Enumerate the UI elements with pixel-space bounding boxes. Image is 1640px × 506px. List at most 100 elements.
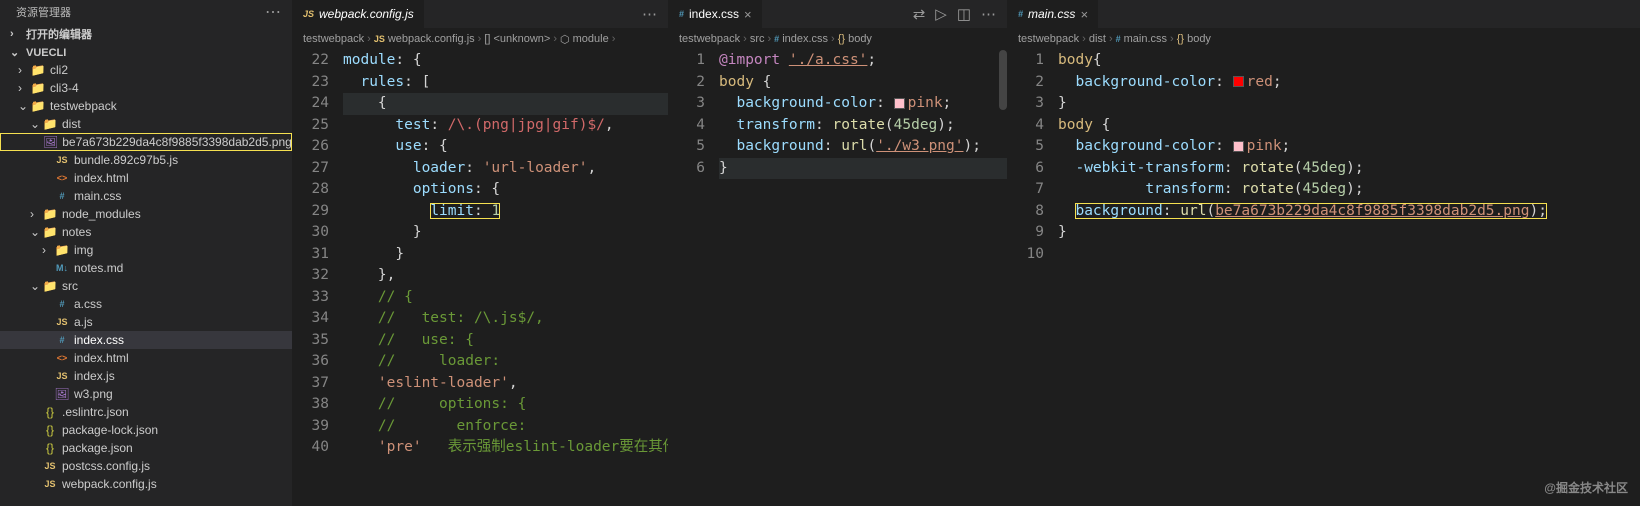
tree-item[interactable]: #a.css — [0, 295, 292, 313]
tree-item[interactable]: ›📁cli3-4 — [0, 79, 292, 97]
tree-item[interactable]: {}.eslintrc.json — [0, 403, 292, 421]
code-line[interactable]: background-color: pink; — [1058, 136, 1640, 158]
code-line[interactable]: } — [1058, 93, 1640, 115]
code-line[interactable]: // loader: — [343, 351, 668, 373]
compare-icon[interactable]: ⇄ — [913, 5, 926, 23]
code-line[interactable]: } — [343, 244, 668, 266]
tree-item[interactable]: JSpostcss.config.js — [0, 457, 292, 475]
breadcrumbs[interactable]: testwebpack› JS webpack.config.js› [] <u… — [293, 28, 668, 50]
code-line[interactable]: } — [1058, 222, 1640, 244]
tree-item[interactable]: ⌄📁src — [0, 277, 292, 295]
js-icon: JS — [54, 152, 70, 168]
code-line[interactable]: body { — [719, 72, 1007, 94]
split-icon[interactable]: ◫ — [957, 5, 971, 23]
breadcrumbs[interactable]: testwebpack› src› # index.css› {} body — [669, 28, 1007, 50]
code-line[interactable]: }, — [343, 265, 668, 287]
code-line[interactable]: module: { — [343, 50, 668, 72]
code-line[interactable]: { — [343, 93, 668, 115]
code-line[interactable]: transform: rotate(45deg); — [719, 115, 1007, 137]
more-icon[interactable]: ⋯ — [265, 2, 282, 22]
tree-item-label: notes — [62, 225, 91, 239]
code-line[interactable]: transform: rotate(45deg); — [1058, 179, 1640, 201]
tree-item[interactable]: ⌄📁notes — [0, 223, 292, 241]
close-icon[interactable]: × — [1080, 7, 1088, 22]
code-line[interactable]: 'eslint-loader', — [343, 373, 668, 395]
code-line[interactable]: // test: /\.js$/, — [343, 308, 668, 330]
code-line[interactable] — [1058, 244, 1640, 266]
editor[interactable]: 123456 @import './a.css';body { backgrou… — [669, 50, 1007, 506]
tree-item[interactable]: ›📁node_modules — [0, 205, 292, 223]
code-line[interactable]: test: /\.(png|jpg|gif)$/, — [343, 115, 668, 137]
tab-index-css[interactable]: # index.css × — [669, 0, 762, 28]
folder-root-header[interactable]: ⌄ VUECLI — [0, 44, 292, 61]
scrollbar[interactable] — [999, 50, 1007, 110]
code-line[interactable]: -webkit-transform: rotate(45deg); — [1058, 158, 1640, 180]
code-line[interactable]: // enforce: — [343, 416, 668, 438]
folder-node-icon: 📁 — [42, 206, 58, 222]
tree-item-label: notes.md — [74, 261, 123, 275]
folder-icon: 📁 — [42, 278, 58, 294]
editor-pane-2: # index.css × ⇄ ▷ ◫ ⋯ testwebpack› src› … — [668, 0, 1007, 506]
code-line[interactable]: } — [719, 158, 1007, 180]
tree-item-label: postcss.config.js — [62, 459, 150, 473]
close-icon[interactable]: × — [744, 7, 752, 22]
code-line[interactable]: 'pre' 表示强制eslint-loader要在其他 — [343, 437, 668, 459]
code-line[interactable]: // use: { — [343, 330, 668, 352]
code-line[interactable]: // { — [343, 287, 668, 309]
editor[interactable]: 12345678910 body{ background-color: red;… — [1008, 50, 1640, 506]
tree-item[interactable]: ⌄📁testwebpack — [0, 97, 292, 115]
code-line[interactable]: options: { — [343, 179, 668, 201]
tree-item-label: be7a673b229da4c8f9885f3398dab2d5.png — [62, 135, 292, 149]
code-line[interactable]: use: { — [343, 136, 668, 158]
tab-label: main.css — [1028, 7, 1075, 21]
js-icon: JS — [303, 9, 314, 19]
tree-item[interactable]: <>index.html — [0, 349, 292, 367]
code-line[interactable]: } — [343, 222, 668, 244]
code-line[interactable]: @import './a.css'; — [719, 50, 1007, 72]
tree-item-label: index.css — [74, 333, 124, 347]
tree-item[interactable]: 🖼be7a673b229da4c8f9885f3398dab2d5.png — [0, 133, 292, 151]
css-icon: # — [54, 296, 70, 312]
editor-pane-3: # main.css × testwebpack› dist› # main.c… — [1007, 0, 1640, 506]
tree-item[interactable]: ›📁cli2 — [0, 61, 292, 79]
code-line[interactable]: body{ — [1058, 50, 1640, 72]
code-line[interactable]: background-color: pink; — [719, 93, 1007, 115]
tree-item[interactable]: {}package.json — [0, 439, 292, 457]
tree-item[interactable]: #main.css — [0, 187, 292, 205]
tree-item-label: src — [62, 279, 78, 293]
code-line[interactable]: background-color: red; — [1058, 72, 1640, 94]
code-line[interactable]: background: url('./w3.png'); — [719, 136, 1007, 158]
tree-item[interactable]: ⌄📁dist — [0, 115, 292, 133]
tree-item[interactable]: JSwebpack.config.js — [0, 475, 292, 493]
folder-icon: 📁 — [42, 224, 58, 240]
tab-main-css[interactable]: # main.css × — [1008, 0, 1098, 28]
tree-item[interactable]: {}package-lock.json — [0, 421, 292, 439]
selector-icon: {} — [838, 33, 845, 45]
code-line[interactable]: rules: [ — [343, 72, 668, 94]
code-line[interactable]: background: url(be7a673b229da4c8f9885f33… — [1058, 201, 1640, 223]
tree-item[interactable]: #index.css — [0, 331, 292, 349]
tree-item[interactable]: 🖼w3.png — [0, 385, 292, 403]
tab-more-icon[interactable]: ⋯ — [981, 5, 997, 23]
tree-item[interactable]: JSindex.js — [0, 367, 292, 385]
code-line[interactable]: limit: 1 — [343, 201, 668, 223]
run-icon[interactable]: ▷ — [935, 5, 947, 23]
tree-item[interactable]: <>index.html — [0, 169, 292, 187]
code-line[interactable]: loader: 'url-loader', — [343, 158, 668, 180]
sidebar-title-row: 资源管理器 ⋯ — [0, 0, 292, 24]
code-line[interactable]: // options: { — [343, 394, 668, 416]
tree-item[interactable]: JSa.js — [0, 313, 292, 331]
open-editors-header[interactable]: › 打开的编辑器 — [0, 24, 292, 44]
chevron-down-icon: ⌄ — [10, 46, 22, 59]
tab-webpack-config[interactable]: JS webpack.config.js — [293, 0, 424, 28]
tree-item[interactable]: ›📁img — [0, 241, 292, 259]
editor[interactable]: 22232425262728293031323334353637383940 m… — [293, 50, 668, 506]
tree-item[interactable]: M↓notes.md — [0, 259, 292, 277]
tree-item[interactable]: JSbundle.892c97b5.js — [0, 151, 292, 169]
tab-more-icon[interactable]: ⋯ — [642, 5, 658, 23]
breadcrumbs[interactable]: testwebpack› dist› # main.css› {} body — [1008, 28, 1640, 50]
folder-icon: 📁 — [30, 98, 46, 114]
html-icon: <> — [54, 170, 70, 186]
code-line[interactable]: body { — [1058, 115, 1640, 137]
folder-icon: 📁 — [54, 242, 70, 258]
